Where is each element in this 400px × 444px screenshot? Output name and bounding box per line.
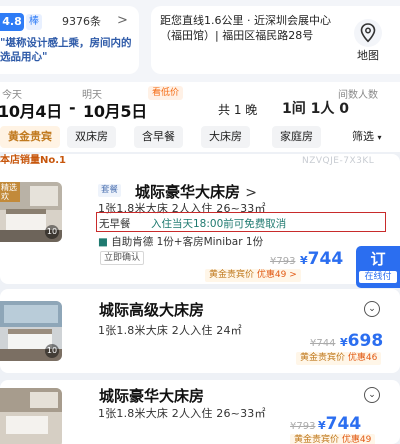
room-card[interactable]: 10 城际高级大床房 ⌄ 1张1.8米大床 2人入住 24㎡ ¥744 ¥698… [0, 289, 400, 373]
room-filter-bar: 黄金贵宾 双床房 含早餐 大床房 家庭房 筛选 ▾ [0, 124, 400, 152]
currency-symbol: ¥ [300, 254, 308, 267]
filter-button[interactable]: 筛选 ▾ [346, 126, 400, 148]
review-score: 4.8 [0, 13, 24, 31]
map-label[interactable]: 地图 [346, 47, 390, 63]
currency-symbol: ¥ [340, 336, 348, 349]
filter-gold-vip[interactable]: 黄金贵宾 [0, 126, 60, 148]
checkin-date[interactable]: 10月4日 [0, 98, 62, 122]
current-price: ¥744 [318, 414, 361, 434]
instant-confirm-badge: 立即确认 [100, 251, 145, 265]
caret-down-icon: ▾ [377, 133, 382, 142]
gold-label: 黄金贵宾价 [209, 270, 255, 280]
review-tag: 棒 [26, 14, 42, 30]
room-card[interactable]: 城际豪华大床房 ⌄ 1张1.8米大床 2人入住 26~33㎡ ¥793 ¥744… [0, 380, 400, 444]
filter-twin-room[interactable]: 双床房 [67, 126, 116, 148]
gold-label: 黄金贵宾价 [294, 435, 340, 444]
current-price: ¥744 [300, 249, 343, 269]
chevron-right-icon: > [117, 13, 128, 28]
hotel-summary: 4.8 棒 9376条 > "堪称设计感上乘，房间内的选品用心" 距您直线1.6… [0, 0, 400, 82]
discount-amount: 优惠49 [341, 435, 372, 444]
filter-king-room[interactable]: 大床房 [201, 126, 250, 148]
location-card[interactable]: 距您直线1.6公里 · 近深圳会展中心（福田馆）| 福田区福民路28号 地图 [151, 6, 400, 74]
price-value: 698 [347, 331, 384, 351]
occupancy-value[interactable]: 1间 1人 0 [282, 98, 349, 118]
chevron-down-icon[interactable]: ⌄ [364, 387, 380, 403]
sales-rank-badge: 本店销量No.1 [0, 155, 66, 166]
original-price: ¥793 [270, 256, 296, 267]
room-info: 1张1.8米大床 2人入住 24㎡ [98, 324, 242, 337]
chevron-down-icon[interactable]: ⌄ [364, 301, 380, 317]
chevron-right-icon: > [245, 185, 257, 201]
cancel-policy: 入住当天18:00前可免费取消 [151, 218, 287, 230]
filter-label: 筛选 [352, 130, 374, 143]
price-value: 744 [307, 249, 344, 269]
amenities: ■ 自助肯德 1份+客房Minibar 1份 [98, 234, 263, 249]
gold-price-badge[interactable]: 黄金贵宾价 优惠46 [296, 352, 382, 365]
price-value: 744 [325, 414, 362, 434]
filter-breakfast[interactable]: 含早餐 [134, 126, 183, 148]
nights-count: 共 1 晚 [218, 103, 258, 117]
room-card[interactable]: 本店销量No.1 NZVQJE-7X3KL 精选欢 10 套餐 城际豪华大床房 … [0, 154, 400, 288]
date-selector[interactable]: 今天 明天 看低价 10月4日 - 10月5日 共 1 晚 间数人数 1间 1人… [0, 82, 400, 124]
room-photo[interactable]: 10 [0, 301, 62, 361]
discount-amount: 优惠49 > [256, 270, 297, 280]
room-photo[interactable]: 精选欢 10 [0, 182, 62, 242]
gold-price-badge[interactable]: 黄金贵宾价 优惠49 [290, 434, 376, 444]
gift-icon: ■ [98, 236, 108, 248]
review-count: 9376条 [62, 15, 101, 28]
amenities-text: 自助肯德 1份+客房Minibar 1份 [111, 236, 264, 248]
review-card[interactable]: 4.8 棒 9376条 > "堪称设计感上乘，房间内的选品用心" [0, 6, 139, 74]
package-tag: 套餐 [98, 184, 122, 197]
room-info: 1张1.8米大床 2人入住 26~33㎡ [98, 407, 266, 420]
photo-tag: 精选欢 [0, 182, 20, 202]
room-name-text: 城际豪华大床房 [135, 183, 241, 201]
photo-count: 10 [45, 225, 59, 239]
room-name[interactable]: 城际豪华大床房 [99, 385, 204, 406]
gold-label: 黄金贵宾价 [300, 353, 346, 363]
location-text: 距您直线1.6公里 · 近深圳会展中心（福田馆）| 福田区福民路28号 [160, 14, 331, 42]
gold-price-badge[interactable]: 黄金贵宾价 优惠49 > [205, 269, 301, 282]
room-name[interactable]: 城际豪华大床房 > [135, 181, 257, 202]
filter-family-room[interactable]: 家庭房 [272, 126, 321, 148]
book-label: 订 [370, 250, 386, 268]
checkout-date[interactable]: 10月5日 [83, 98, 147, 122]
breakfast-info: 无早餐 [99, 218, 131, 230]
pay-online-label: 在线付 [359, 271, 397, 283]
room-photo[interactable] [0, 388, 62, 444]
original-price: ¥793 [290, 421, 316, 432]
review-quote: "堪称设计感上乘，房间内的选品用心" [0, 37, 132, 63]
map-icon[interactable] [353, 18, 383, 48]
original-price: ¥744 [310, 338, 336, 349]
room-photo-image [0, 388, 62, 444]
currency-symbol: ¥ [318, 419, 326, 432]
watermark-code: NZVQJE-7X3KL [302, 156, 375, 166]
date-separator: - [69, 98, 76, 117]
low-price-tag[interactable]: 看低价 [148, 86, 184, 100]
discount-amount: 优惠46 [347, 353, 378, 363]
photo-count: 10 [45, 344, 59, 358]
current-price: ¥698 [340, 331, 383, 351]
book-button[interactable]: 订 在线付 [356, 246, 400, 288]
room-name[interactable]: 城际高级大床房 [99, 299, 204, 320]
